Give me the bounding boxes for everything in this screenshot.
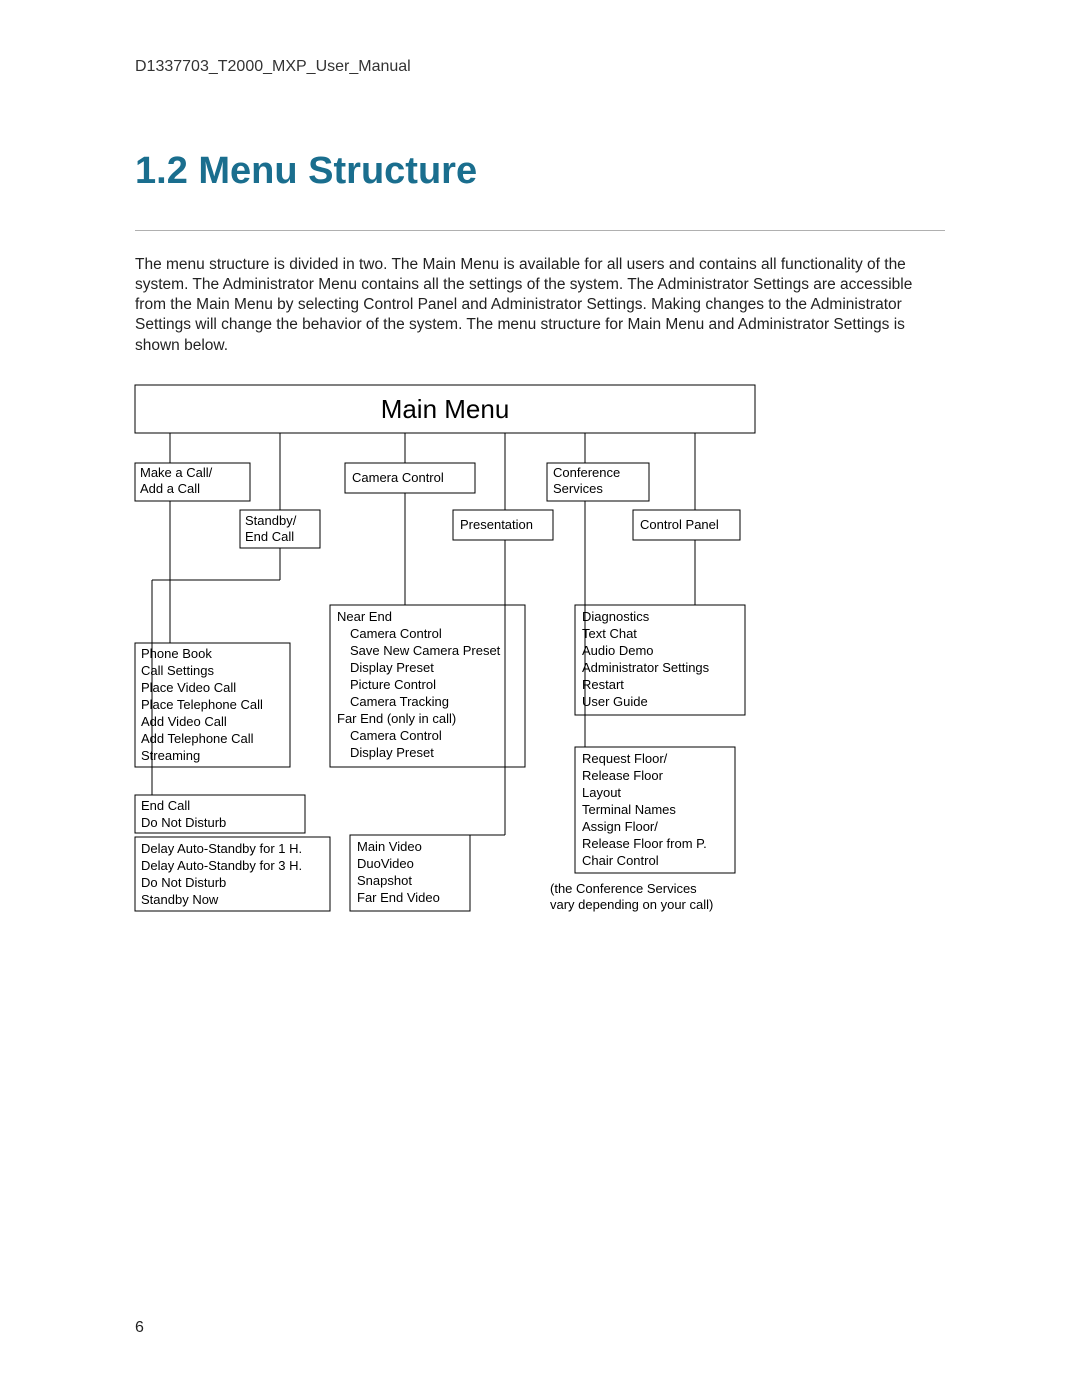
- cp-2: Text Chat: [582, 626, 637, 641]
- cs-5: Assign Floor/: [582, 819, 658, 834]
- conference-label-2: Services: [553, 481, 603, 496]
- cc-4: Display Preset: [350, 660, 434, 675]
- cc-6: Camera Tracking: [350, 694, 449, 709]
- cp-4: Administrator Settings: [582, 660, 710, 675]
- cs-7: Chair Control: [582, 853, 659, 868]
- cc-7: Far End (only in call): [337, 711, 456, 726]
- mc-5: Add Video Call: [141, 714, 227, 729]
- cs-1: Request Floor/: [582, 751, 668, 766]
- mc-7: Streaming: [141, 748, 200, 763]
- cc-9: Display Preset: [350, 745, 434, 760]
- sb2-4: Standby Now: [141, 892, 219, 907]
- camera-control-label: Camera Control: [352, 470, 444, 485]
- control-panel-label: Control Panel: [640, 517, 719, 532]
- mc-2: Call Settings: [141, 663, 214, 678]
- sb1-2: Do Not Disturb: [141, 815, 226, 830]
- sb2-3: Do Not Disturb: [141, 875, 226, 890]
- conference-label-1: Conference: [553, 465, 620, 480]
- pr-1: Main Video: [357, 839, 422, 854]
- conf-note-2: vary depending on your call): [550, 897, 713, 912]
- cc-2: Camera Control: [350, 626, 442, 641]
- cs-6: Release Floor from P.: [582, 836, 707, 851]
- cc-1: Near End: [337, 609, 392, 624]
- root-label: Main Menu: [381, 394, 510, 424]
- sb1-1: End Call: [141, 798, 190, 813]
- cs-3: Layout: [582, 785, 621, 800]
- manual-page: D1337703_T2000_MXP_User_Manual 1.2 Menu …: [0, 0, 1080, 1397]
- sb2-2: Delay Auto-Standby for 3 H.: [141, 858, 302, 873]
- cc-3: Save New Camera Preset: [350, 643, 501, 658]
- diagram-svg: Main Menu Make a Call/ Add a Call Camera…: [135, 385, 755, 945]
- make-call-label-2: Add a Call: [140, 481, 200, 496]
- cc-8: Camera Control: [350, 728, 442, 743]
- pr-2: DuoVideo: [357, 856, 414, 871]
- cp-3: Audio Demo: [582, 643, 654, 658]
- sb2-1: Delay Auto-Standby for 1 H.: [141, 841, 302, 856]
- intro-paragraph: The menu structure is divided in two. Th…: [135, 255, 945, 356]
- mc-4: Place Telephone Call: [141, 697, 263, 712]
- pr-3: Snapshot: [357, 873, 412, 888]
- cs-4: Terminal Names: [582, 802, 676, 817]
- cp-6: User Guide: [582, 694, 648, 709]
- cs-2: Release Floor: [582, 768, 664, 783]
- page-number: 6: [135, 1319, 144, 1337]
- cc-5: Picture Control: [350, 677, 436, 692]
- document-header: D1337703_T2000_MXP_User_Manual: [135, 58, 411, 76]
- conf-note-1: (the Conference Services: [550, 881, 697, 896]
- mc-6: Add Telephone Call: [141, 731, 254, 746]
- standby-label-1: Standby/: [245, 513, 297, 528]
- horizontal-rule: [135, 230, 945, 231]
- section-heading: 1.2 Menu Structure: [135, 150, 477, 193]
- cp-1: Diagnostics: [582, 609, 650, 624]
- standby-label-2: End Call: [245, 529, 294, 544]
- mc-3: Place Video Call: [141, 680, 236, 695]
- pr-4: Far End Video: [357, 890, 440, 905]
- presentation-label: Presentation: [460, 517, 533, 532]
- make-call-label-1: Make a Call/: [140, 465, 213, 480]
- cp-5: Restart: [582, 677, 624, 692]
- menu-structure-diagram: Main Menu Make a Call/ Add a Call Camera…: [135, 385, 755, 945]
- mc-1: Phone Book: [141, 646, 212, 661]
